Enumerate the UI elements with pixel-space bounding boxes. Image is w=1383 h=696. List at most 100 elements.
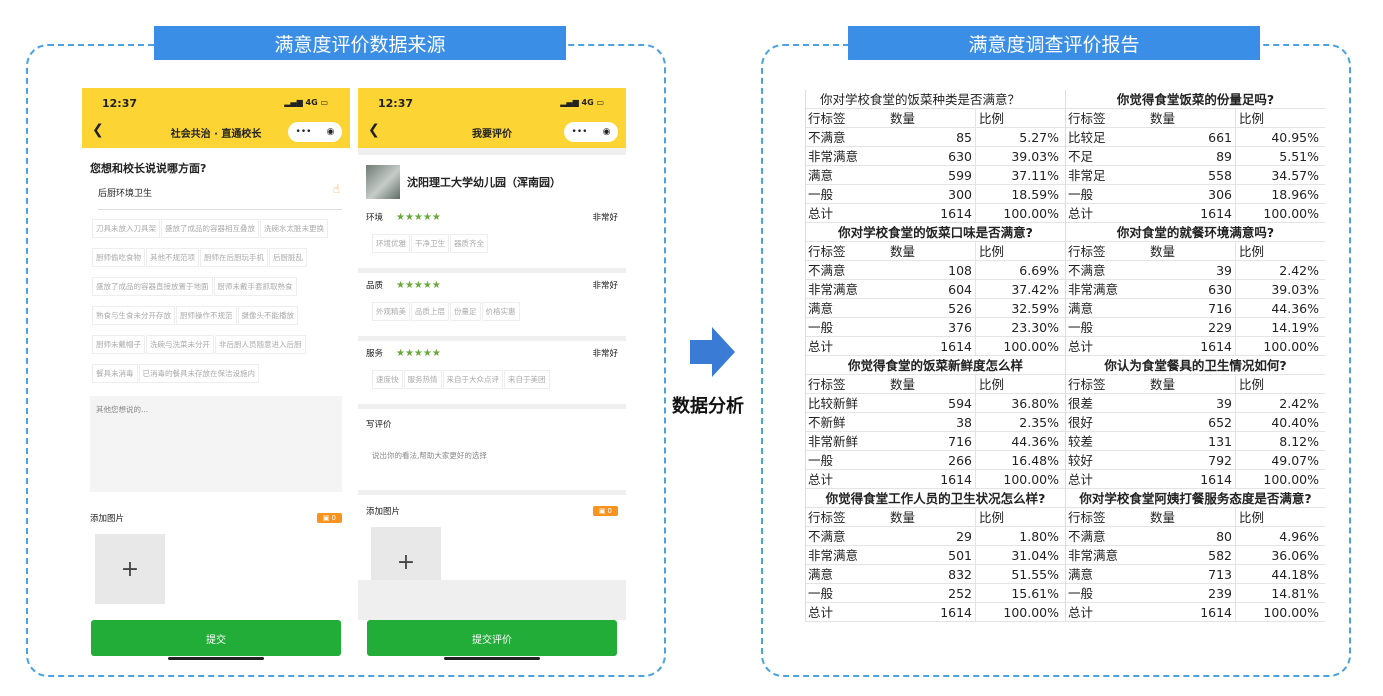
star-rating-icon[interactable]: ★★★★★: [396, 280, 592, 291]
topic-tag[interactable]: 厨师未戴手套抓取熟食: [213, 277, 297, 296]
table-row: 一般 376 23.30%: [806, 318, 1065, 337]
table-row: 非常足 558 34.57%: [1066, 166, 1325, 185]
table-header-row: 行标签 数量 比例: [806, 375, 1065, 394]
topic-tag[interactable]: 盛放了成品的容器相互叠放: [161, 219, 259, 238]
report-column-right: 你觉得食堂饭菜的份量足吗? 行标签 数量 比例 比较足 661 40.95% 不足 89 5.51…: [1065, 90, 1325, 622]
more-icon[interactable]: •••: [572, 127, 588, 137]
star-rating-icon[interactable]: ★★★★★: [396, 212, 592, 223]
table-cell: 不足: [1068, 149, 1094, 164]
write-review-input[interactable]: 说出你的看法,帮助大家更好的选择: [358, 430, 626, 488]
table-cell: 2.42%: [1279, 263, 1319, 278]
table-cell: 582: [1150, 546, 1236, 564]
table-cell: 满意: [808, 168, 834, 183]
add-image-button[interactable]: +: [95, 534, 165, 604]
table-cell: 总计: [808, 472, 834, 487]
close-target-icon[interactable]: ◉: [603, 127, 611, 137]
rating-tags: 外观精美 品质上层 份量足 价格实惠: [358, 291, 626, 334]
table-cell: 总计: [808, 339, 834, 354]
rating-tag[interactable]: 环境优雅: [372, 234, 410, 253]
table-cell: 很差: [1068, 396, 1094, 411]
add-image-row: 添加图片 ▣ 0: [366, 505, 618, 517]
table-cell: 比较新鲜: [808, 396, 859, 411]
table-cell: 较好: [1068, 453, 1094, 468]
column-header: 比例: [979, 244, 1005, 259]
topic-tag[interactable]: 已消毒的餐具未存放在保洁设施内: [138, 364, 259, 383]
topic-tag[interactable]: 其他不规范项: [146, 248, 199, 267]
table-cell: 39.03%: [1011, 149, 1059, 164]
table-cell: 85: [890, 128, 976, 146]
survey-table: 你觉得食堂的饭菜新鲜度怎么样 行标签 数量 比例 比较新鲜 594 36.80% 不新鲜 38 2…: [806, 356, 1065, 489]
table-cell: 一般: [1068, 187, 1094, 202]
school-photo: [366, 165, 400, 199]
table-cell: 49.07%: [1271, 453, 1319, 468]
topic-tag[interactable]: 盛放了成品的容器直接放置于地面: [92, 277, 213, 296]
table-cell: 34.57%: [1271, 168, 1319, 183]
rating-tag[interactable]: 来自于美团: [504, 370, 550, 389]
topic-tag[interactable]: 洗碗水太脏未更换: [260, 219, 328, 238]
table-row: 满意 713 44.18%: [1066, 565, 1325, 584]
table-row: 一般 300 18.59%: [806, 185, 1065, 204]
more-icon[interactable]: •••: [296, 127, 312, 137]
rating-tag[interactable]: 器质齐全: [450, 234, 488, 253]
capsule-menu[interactable]: ••• ◉: [564, 122, 618, 142]
table-row: 不满意 85 5.27%: [806, 128, 1065, 147]
star-rating-icon[interactable]: ★★★★★: [396, 348, 592, 359]
table-cell: 100.00%: [1263, 339, 1319, 354]
topic-tag[interactable]: 厨师未戴帽子: [92, 335, 145, 354]
rating-tag[interactable]: 外观精美: [372, 302, 410, 321]
topic-tag[interactable]: 后厨脏乱: [269, 248, 307, 267]
table-row: 非常满意 630 39.03%: [1066, 280, 1325, 299]
topic-tag[interactable]: 非后厨人员随意进入后厨: [215, 335, 306, 354]
rating-tag[interactable]: 干净卫生: [411, 234, 449, 253]
status-time: 12:37: [378, 97, 414, 110]
close-target-icon[interactable]: ◉: [327, 127, 335, 137]
table-cell: 100.00%: [1263, 472, 1319, 487]
table-cell: 总计: [1068, 206, 1094, 221]
table-cell: 不满意: [1068, 263, 1106, 278]
table-header-row: 行标签 数量 比例: [806, 508, 1065, 527]
survey-table: 你认为食堂餐具的卫生情况如何? 行标签 数量 比例 很差 39 2.42% 很好 652 40.4…: [1066, 356, 1325, 489]
rating-tag[interactable]: 速度快: [372, 370, 403, 389]
topic-tag[interactable]: 厨师操作不规范: [176, 306, 237, 325]
rating-tags: 环境优雅 干净卫生 器质齐全: [358, 223, 626, 266]
topic-tag[interactable]: 餐具未消毒: [92, 364, 138, 383]
topic-tag[interactable]: 厨师偷吃食物: [92, 248, 145, 267]
capsule-menu[interactable]: ••• ◉: [288, 122, 342, 142]
signal-icon: ▂▄▆ 4G ▭: [560, 98, 604, 107]
table-cell: 不新鲜: [808, 415, 846, 430]
selected-topic[interactable]: 后厨环境卫生 ☝: [98, 182, 342, 210]
submit-review-button[interactable]: 提交评价: [367, 620, 617, 656]
table-cell: 39: [1150, 261, 1236, 279]
table-cell: 非常满意: [808, 282, 859, 297]
table-cell: 非常满意: [808, 149, 859, 164]
rating-tag[interactable]: 服务热情: [403, 370, 442, 389]
column-header: 行标签: [808, 111, 846, 126]
table-cell: 252: [890, 584, 976, 602]
rating-tag[interactable]: 品质上层: [411, 302, 449, 321]
topic-tag[interactable]: 洗碗与洗菜未分开: [146, 335, 214, 354]
table-cell: 8.12%: [1279, 434, 1319, 449]
submit-button[interactable]: 提交: [91, 620, 341, 656]
table-row: 一般 252 15.61%: [806, 584, 1065, 603]
table-cell: 1614: [890, 470, 976, 488]
other-comments-textarea[interactable]: 其他您想说的...: [90, 396, 342, 492]
table-cell: 716: [890, 432, 976, 450]
table-row: 一般 266 16.48%: [806, 451, 1065, 470]
topic-tag[interactable]: 厨师在后厨玩手机: [200, 248, 268, 267]
rating-tag[interactable]: 来自于大众点评: [442, 370, 503, 389]
topic-tag[interactable]: 熟食与生食未分开存放: [92, 306, 175, 325]
table-row: 非常满意 630 39.03%: [806, 147, 1065, 166]
rating-tag[interactable]: 价格实惠: [481, 302, 520, 321]
survey-table: 你对学校食堂的饭菜口味是否满意? 行标签 数量 比例 不满意 108 6.69% 非常满意 60…: [806, 223, 1065, 356]
column-header: 行标签: [1068, 377, 1106, 392]
textarea-placeholder: 其他您想说的...: [96, 405, 149, 414]
topic-tag[interactable]: 刀具未放入刀具架: [92, 219, 160, 238]
table-row: 不满意 108 6.69%: [806, 261, 1065, 280]
topic-tag[interactable]: 摄像头不能播放: [237, 306, 298, 325]
survey-table: 你对学校食堂的饭菜种类是否满意？ 行标签 数量 比例 不满意 85 5.27% 非常满意 630…: [806, 90, 1065, 223]
table-cell: 满意: [1068, 301, 1094, 316]
table-cell: 37.11%: [1011, 168, 1059, 183]
table-cell: 44.36%: [1011, 434, 1059, 449]
rating-tag[interactable]: 份量足: [450, 302, 481, 321]
table-cell: 2.42%: [1279, 396, 1319, 411]
